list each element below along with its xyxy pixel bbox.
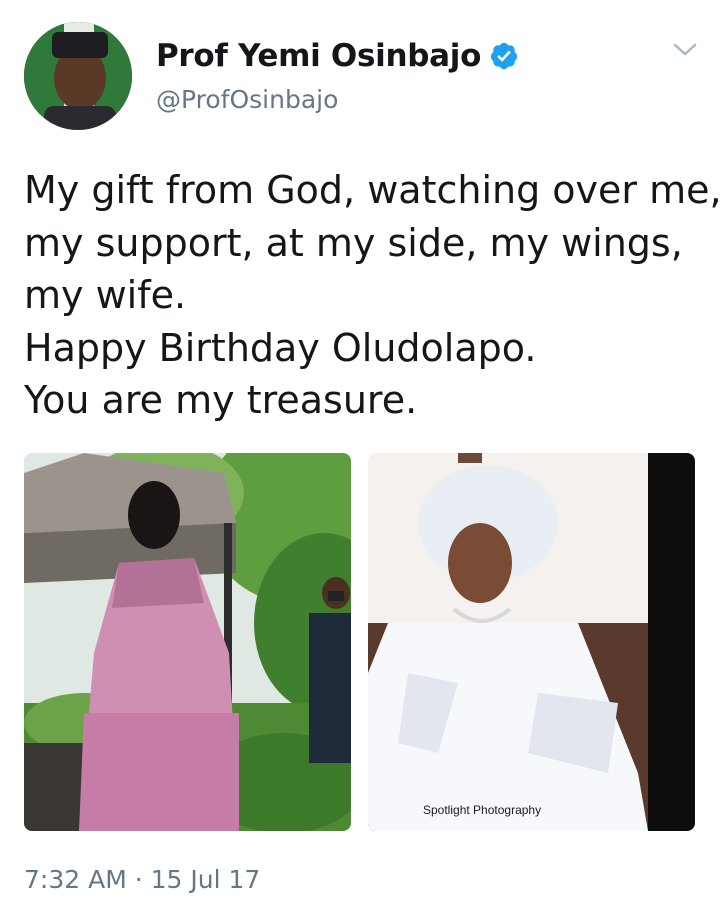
- tweet-text-line: my wife.: [24, 273, 187, 317]
- tweet-photo-left[interactable]: [24, 453, 351, 831]
- chevron-down-icon[interactable]: [672, 40, 698, 60]
- avatar[interactable]: [24, 22, 132, 130]
- photo-credit: Spotlight Photography: [423, 803, 542, 817]
- tweet-text-line: my support, at my side, my wings,: [24, 220, 683, 265]
- author-handle[interactable]: @ProfOsinbajo: [156, 85, 338, 114]
- verified-badge-icon: [490, 42, 518, 70]
- garden-photo-image: [24, 453, 351, 831]
- profile-photo-image: [24, 22, 132, 130]
- tweet-text: My gift from God, watching over me, my s…: [24, 164, 720, 427]
- tweet-text-line: You are my treasure.: [24, 378, 418, 422]
- author-name-row[interactable]: Prof Yemi Osinbajo: [156, 38, 519, 74]
- tweet-text-line: Happy Birthday Oludolapo.: [24, 325, 537, 370]
- portrait-photo-image: [368, 453, 695, 831]
- tweet-photo-right[interactable]: Spotlight Photography: [368, 453, 695, 831]
- author-display-name[interactable]: Prof Yemi Osinbajo: [156, 38, 481, 74]
- tweet-text-line: My gift from God, watching over me,: [24, 168, 720, 212]
- tweet-timestamp[interactable]: 7:32 AM · 15 Jul 17: [24, 865, 260, 894]
